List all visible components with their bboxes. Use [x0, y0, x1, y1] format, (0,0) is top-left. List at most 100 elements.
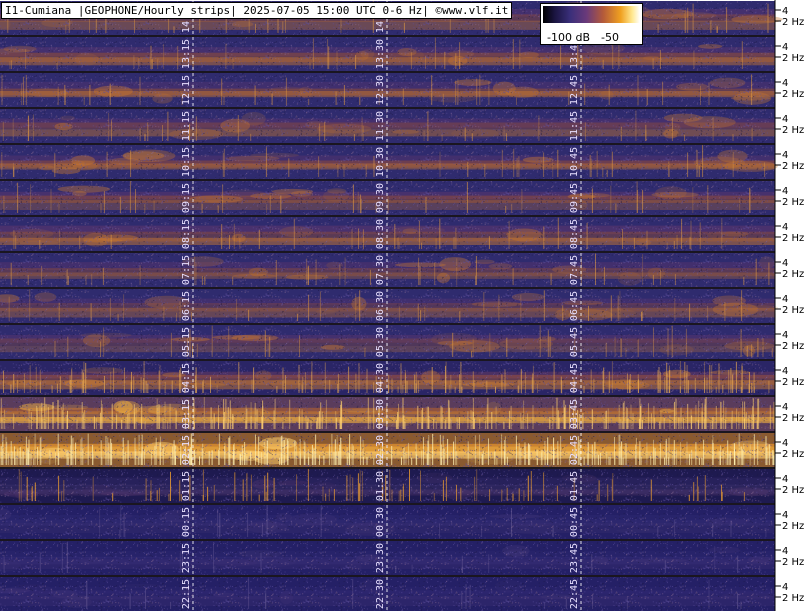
spectrogram-strip: 09:15 09:30 09:45 [0, 181, 775, 217]
spectrogram-strip: 04:15 04:30 04:45 [0, 361, 775, 397]
axis-tick-4: 4 [782, 474, 788, 485]
time-label: 02:30 [375, 435, 386, 465]
axis-tick-4: 4 [782, 222, 788, 233]
axis-tick-4: 4 [782, 546, 788, 557]
time-label: 11:30 [375, 111, 386, 141]
time-label: 09:15 [181, 183, 192, 213]
time-label: 05:45 [569, 327, 580, 357]
spectrogram-strip: 05:15 05:30 05:45 [0, 325, 775, 361]
axis-tick-4: 4 [782, 402, 788, 413]
time-label: 02:15 [181, 435, 192, 465]
time-label: 22:45 [569, 579, 580, 609]
time-label: 10:45 [569, 147, 580, 177]
axis-tick-2hz: 2 Hz [782, 449, 804, 460]
time-label: 23:45 [569, 543, 580, 573]
spectrogram-strip: 03:15 03:30 03:45 [0, 397, 775, 433]
axis-tick-4: 4 [782, 186, 788, 197]
time-label: 03:45 [569, 399, 580, 429]
time-label: 03:30 [375, 399, 386, 429]
time-label: 06:30 [375, 291, 386, 321]
time-label: 08:45 [569, 219, 580, 249]
axis-tick-2hz: 2 Hz [782, 53, 804, 64]
axis-tick-2hz: 2 Hz [782, 125, 804, 136]
time-label: 05:15 [181, 327, 192, 357]
axis-tick-4: 4 [782, 582, 788, 593]
time-label: 00:45 [569, 507, 580, 537]
spectrogram-strip: 13:15 13:30 13:45 [0, 37, 775, 73]
time-label: 10:30 [375, 147, 386, 177]
time-label: 01:30 [375, 471, 386, 501]
axis-tick-4: 4 [782, 438, 788, 449]
axis-tick-4: 4 [782, 510, 788, 521]
spectrogram-strip: 11:15 11:30 11:45 [0, 109, 775, 145]
time-label: 09:30 [375, 183, 386, 213]
axis-tick-2hz: 2 Hz [782, 233, 804, 244]
time-label: 07:30 [375, 255, 386, 285]
axis-tick-2hz: 2 Hz [782, 161, 804, 172]
axis-tick-2hz: 2 Hz [782, 521, 804, 532]
time-label: 06:45 [569, 291, 580, 321]
time-label: 07:45 [569, 255, 580, 285]
axis-tick-2hz: 2 Hz [782, 17, 804, 28]
spectrogram-strip: 00:15 00:30 00:45 [0, 505, 775, 541]
axis-tick-2hz: 2 Hz [782, 485, 804, 496]
axis-tick-2hz: 2 Hz [782, 557, 804, 568]
time-label: 12:45 [569, 75, 580, 105]
time-label: 00:15 [181, 507, 192, 537]
time-label: 02:45 [569, 435, 580, 465]
axis-tick-2hz: 2 Hz [782, 305, 804, 316]
axis-tick-2hz: 2 Hz [782, 377, 804, 388]
axis-tick-2hz: 2 Hz [782, 197, 804, 208]
spectrogram-strip: 02:15 02:30 02:45 [0, 433, 776, 469]
axis-tick-4: 4 [782, 150, 788, 161]
time-label: 10:15 [181, 147, 192, 177]
time-label: 11:15 [181, 111, 192, 141]
spectrogram-plot: 14:1514:3014:4542 Hz13:1513:3013:4542 Hz… [0, 0, 812, 611]
spectrogram-strip: 08:15 08:30 08:45 [0, 217, 775, 253]
spectrogram-strip: 07:15 07:30 07:45 [0, 253, 775, 289]
time-label: 07:15 [181, 255, 192, 285]
spectrogram-strip: 23:15 23:30 23:45 [0, 541, 775, 577]
time-label: 04:15 [181, 363, 192, 393]
spectrogram-strip: 06:15 06:30 06:45 [0, 289, 779, 325]
axis-tick-4: 4 [782, 294, 788, 305]
time-label: 22:15 [181, 579, 192, 609]
time-label: 08:15 [181, 219, 192, 249]
time-label: 01:45 [569, 471, 580, 501]
spectrogram-strip: 10:15 10:30 10:45 [0, 145, 778, 181]
colorbar-gradient [543, 6, 640, 23]
axis-tick-2hz: 2 Hz [782, 413, 804, 424]
time-label: 23:15 [181, 543, 192, 573]
time-label: 11:45 [569, 111, 580, 141]
axis-tick-2hz: 2 Hz [782, 341, 804, 352]
time-label: 04:45 [569, 363, 580, 393]
time-label: 12:30 [375, 75, 386, 105]
spectrogram-strip: 12:15 12:30 12:45 [0, 73, 775, 109]
time-label: 09:45 [569, 183, 580, 213]
spectrogram-strip: 22:15 22:30 22:45 [0, 577, 777, 611]
time-label: 12:15 [181, 75, 192, 105]
axis-tick-4: 4 [782, 78, 788, 89]
time-label: 22:30 [375, 579, 386, 609]
time-label: 13:30 [375, 39, 386, 69]
time-label: 06:15 [181, 291, 192, 321]
axis-tick-4: 4 [782, 42, 788, 53]
spectrogram-strip: 01:15 01:30 01:45 [0, 469, 775, 505]
axis-tick-4: 4 [782, 6, 788, 17]
colorbar-low-label: -100 dB [547, 31, 590, 44]
time-label: 05:30 [375, 327, 386, 357]
chart-title: I1-Cumiana |GEOPHONE/Hourly strips| 2025… [1, 2, 513, 19]
axis-tick-4: 4 [782, 330, 788, 341]
time-label: 01:15 [181, 471, 192, 501]
time-label: 23:30 [375, 543, 386, 573]
axis-tick-4: 4 [782, 258, 788, 269]
axis-tick-4: 4 [782, 366, 788, 377]
colorbar-legend: -100 dB -50 [540, 3, 643, 45]
axis-tick-2hz: 2 Hz [782, 269, 804, 280]
axis-tick-2hz: 2 Hz [782, 593, 804, 604]
axis-tick-4: 4 [782, 114, 788, 125]
time-label: 03:15 [181, 399, 192, 429]
time-label: 13:15 [181, 39, 192, 69]
colorbar-high-label: -50 [601, 31, 619, 44]
time-label: 08:30 [375, 219, 386, 249]
